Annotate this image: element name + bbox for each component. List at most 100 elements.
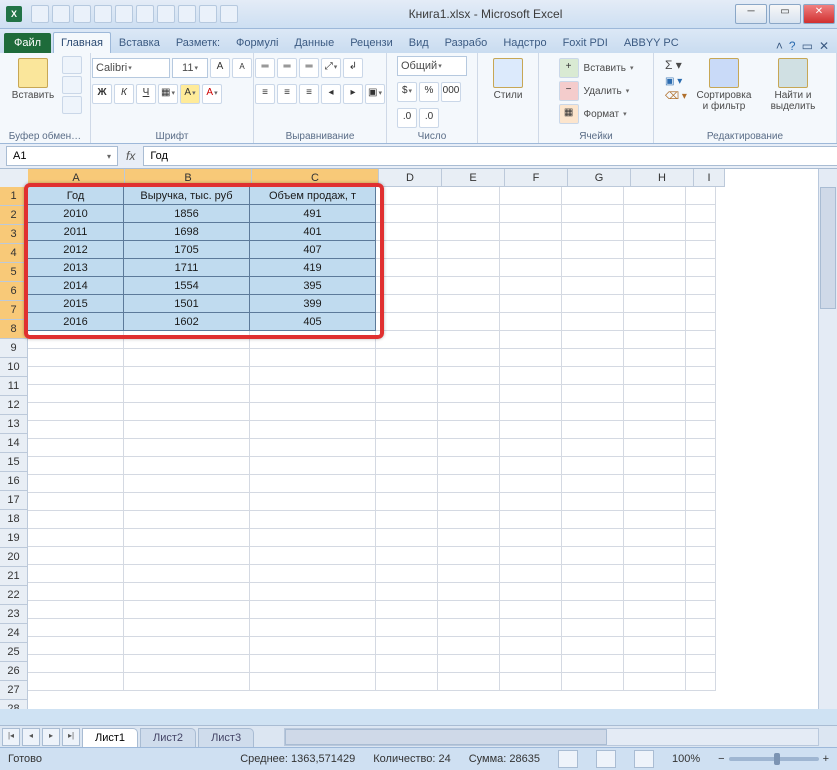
select-all-corner[interactable]: [0, 169, 29, 188]
cell-D24[interactable]: [376, 601, 438, 619]
cell-B2[interactable]: 1856: [124, 205, 250, 223]
qat-button-7[interactable]: [178, 5, 196, 23]
cell-B13[interactable]: [124, 403, 250, 421]
cell-C19[interactable]: [250, 511, 376, 529]
cell-I27[interactable]: [686, 655, 716, 673]
cell-E26[interactable]: [438, 637, 500, 655]
cell-E1[interactable]: [438, 187, 500, 205]
doc-close-icon[interactable]: ✕: [819, 39, 829, 53]
cell-G7[interactable]: [562, 295, 624, 313]
row-header-17[interactable]: 17: [0, 491, 28, 510]
cell-F18[interactable]: [500, 493, 562, 511]
cell-G19[interactable]: [562, 511, 624, 529]
cell-B10[interactable]: [124, 349, 250, 367]
cell-I7[interactable]: [686, 295, 716, 313]
cell-E7[interactable]: [438, 295, 500, 313]
row-header-13[interactable]: 13: [0, 415, 28, 434]
cell-A1[interactable]: Год: [28, 187, 124, 205]
cell-I5[interactable]: [686, 259, 716, 277]
cell-C9[interactable]: [250, 331, 376, 349]
cell-D18[interactable]: [376, 493, 438, 511]
cell-G4[interactable]: [562, 241, 624, 259]
cell-E8[interactable]: [438, 313, 500, 331]
cell-C26[interactable]: [250, 637, 376, 655]
cell-E23[interactable]: [438, 583, 500, 601]
row-header-21[interactable]: 21: [0, 567, 28, 586]
format-painter-button[interactable]: [62, 96, 82, 114]
help-icon[interactable]: ?: [789, 39, 796, 53]
maximize-button[interactable]: ▭: [769, 4, 801, 24]
cell-C7[interactable]: 399: [250, 295, 376, 313]
row-header-4[interactable]: 4: [0, 244, 28, 263]
cell-I17[interactable]: [686, 475, 716, 493]
cell-H9[interactable]: [624, 331, 686, 349]
cell-B22[interactable]: [124, 565, 250, 583]
cell-I15[interactable]: [686, 439, 716, 457]
cell-I24[interactable]: [686, 601, 716, 619]
cell-D20[interactable]: [376, 529, 438, 547]
cell-D23[interactable]: [376, 583, 438, 601]
cell-H3[interactable]: [624, 223, 686, 241]
cell-G8[interactable]: [562, 313, 624, 331]
currency-button[interactable]: $: [397, 82, 417, 102]
minimize-ribbon-icon[interactable]: ˄: [776, 39, 783, 53]
cell-F19[interactable]: [500, 511, 562, 529]
cell-B25[interactable]: [124, 619, 250, 637]
cell-F20[interactable]: [500, 529, 562, 547]
cell-H24[interactable]: [624, 601, 686, 619]
cell-C13[interactable]: [250, 403, 376, 421]
ribbon-tab-8[interactable]: Надстро: [495, 32, 554, 53]
align-bottom-button[interactable]: ═: [299, 58, 319, 78]
grow-font-button[interactable]: A: [210, 58, 230, 78]
close-button[interactable]: ✕: [803, 4, 835, 24]
cell-G20[interactable]: [562, 529, 624, 547]
clear-button[interactable]: ⌫ ▾: [665, 91, 687, 102]
row-header-1[interactable]: 1: [0, 187, 28, 206]
autosum-button[interactable]: Σ ▾: [665, 58, 682, 72]
column-header-A[interactable]: A: [28, 169, 125, 187]
cell-F14[interactable]: [500, 421, 562, 439]
cell-I9[interactable]: [686, 331, 716, 349]
cell-C25[interactable]: [250, 619, 376, 637]
cell-A10[interactable]: [28, 349, 124, 367]
cell-B11[interactable]: [124, 367, 250, 385]
cell-A11[interactable]: [28, 367, 124, 385]
cell-F1[interactable]: [500, 187, 562, 205]
page-layout-view-button[interactable]: [596, 750, 616, 768]
cell-G22[interactable]: [562, 565, 624, 583]
cell-C3[interactable]: 401: [250, 223, 376, 241]
cell-G14[interactable]: [562, 421, 624, 439]
cell-B20[interactable]: [124, 529, 250, 547]
align-middle-button[interactable]: ═: [277, 58, 297, 78]
cell-H19[interactable]: [624, 511, 686, 529]
name-box[interactable]: A1▾: [6, 146, 118, 166]
cell-G1[interactable]: [562, 187, 624, 205]
row-header-28[interactable]: 28: [0, 700, 28, 709]
page-break-view-button[interactable]: [634, 750, 654, 768]
row-header-23[interactable]: 23: [0, 605, 28, 624]
cell-D8[interactable]: [376, 313, 438, 331]
cell-D26[interactable]: [376, 637, 438, 655]
bold-button[interactable]: Ж: [92, 84, 112, 104]
cell-H8[interactable]: [624, 313, 686, 331]
cell-B6[interactable]: 1554: [124, 277, 250, 295]
cell-B18[interactable]: [124, 493, 250, 511]
ribbon-tab-0[interactable]: Главная: [53, 32, 111, 53]
cell-C10[interactable]: [250, 349, 376, 367]
cell-F15[interactable]: [500, 439, 562, 457]
cell-G28[interactable]: [562, 673, 624, 691]
cell-I4[interactable]: [686, 241, 716, 259]
cell-C23[interactable]: [250, 583, 376, 601]
cell-H25[interactable]: [624, 619, 686, 637]
minimize-button[interactable]: ─: [735, 4, 767, 24]
cell-C11[interactable]: [250, 367, 376, 385]
percent-button[interactable]: %: [419, 82, 439, 102]
zoom-in-button[interactable]: +: [823, 753, 829, 765]
merge-button[interactable]: ▣: [365, 84, 385, 104]
cell-I20[interactable]: [686, 529, 716, 547]
cell-I16[interactable]: [686, 457, 716, 475]
cell-G18[interactable]: [562, 493, 624, 511]
formula-input[interactable]: Год: [143, 146, 837, 166]
row-header-20[interactable]: 20: [0, 548, 28, 567]
cell-F21[interactable]: [500, 547, 562, 565]
